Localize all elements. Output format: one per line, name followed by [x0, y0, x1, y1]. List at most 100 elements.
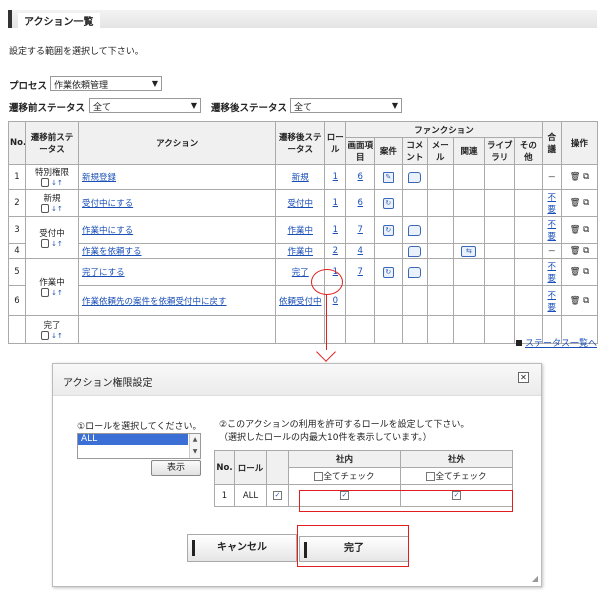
chevron-down-icon: ▼	[190, 101, 197, 110]
role-link[interactable]: 0	[333, 296, 338, 306]
trash-icon[interactable]: 🗑	[570, 225, 581, 235]
after-status-link[interactable]: 受付中	[288, 199, 314, 209]
add-icon[interactable]	[41, 178, 50, 187]
table-row: 6 作業依頼先の案件を依頼受付中に戻す 依頼受付中 0 不要 🗑 ⧉	[8, 285, 599, 316]
role-link[interactable]: 2	[333, 246, 338, 256]
case-icon[interactable]: ↻	[382, 197, 394, 209]
action-link[interactable]: 作業依頼先の案件を依頼受付中に戻す	[82, 297, 227, 307]
meeting-link[interactable]: 不要	[547, 193, 556, 215]
add-icon[interactable]	[41, 238, 50, 248]
comment-icon[interactable]	[408, 245, 422, 257]
table-row: 完了 ↓↑	[8, 315, 599, 344]
sort-icon[interactable]: ↓↑	[51, 332, 63, 340]
role-listbox[interactable]: ALL ▲ ▼	[77, 433, 201, 459]
screen-item-link[interactable]: 6	[358, 172, 363, 182]
table-row: 2 新規 ↓↑ 受付中にする 受付中 1 6 ↻ 不要 🗑 ⧉	[8, 189, 599, 217]
step1-label: ①ロールを選択してください。	[77, 422, 202, 432]
check-all-inside[interactable]: 全てチェック	[288, 467, 401, 485]
meeting-link[interactable]: 不要	[547, 220, 556, 242]
list-item[interactable]: ALL	[78, 434, 188, 445]
col-after-status: 遷移後ステータス	[275, 121, 326, 165]
dialog-title: アクション権限設定	[53, 364, 541, 396]
highlight-checkboxes	[299, 490, 513, 512]
after-status-select[interactable]: 全て ▼	[290, 98, 402, 113]
copy-icon[interactable]: ⧉	[583, 225, 589, 235]
role-link[interactable]: 1	[333, 198, 338, 208]
meeting-link[interactable]: 不要	[547, 291, 556, 313]
related-icon[interactable]: ⇆	[461, 245, 477, 257]
after-status-link[interactable]: 作業中	[288, 247, 314, 257]
sort-icon[interactable]: ↓↑	[51, 289, 63, 297]
sort-icon[interactable]: ↓↑	[51, 240, 63, 248]
action-link[interactable]: 完了にする	[82, 268, 125, 278]
copy-icon[interactable]: ⧉	[583, 172, 589, 182]
trash-icon[interactable]: 🗑	[570, 198, 581, 208]
comment-icon[interactable]	[408, 171, 422, 183]
copy-icon[interactable]: ⧉	[583, 296, 589, 306]
col-action: アクション	[78, 121, 277, 165]
comment-icon[interactable]	[408, 224, 422, 236]
action-link[interactable]: 新規登録	[82, 173, 116, 183]
before-status-select[interactable]: 全て ▼	[89, 98, 201, 113]
copy-icon[interactable]: ⧉	[583, 246, 589, 256]
add-icon[interactable]	[41, 288, 50, 297]
add-icon[interactable]	[41, 330, 50, 340]
after-status-link[interactable]: 完了	[292, 268, 309, 278]
cancel-button[interactable]: キャンセル	[187, 534, 297, 562]
copy-icon[interactable]: ⧉	[583, 267, 589, 277]
col-other: その他	[514, 137, 543, 165]
trash-icon[interactable]: 🗑	[570, 267, 581, 277]
sort-icon[interactable]: ↓↑	[51, 179, 63, 187]
process-select[interactable]: 作業依頼管理 ▼	[50, 76, 162, 91]
status-list-link[interactable]: ステータス一覧へ	[515, 336, 597, 349]
edit-case-icon[interactable]: ✎	[382, 171, 394, 183]
action-table: No. 遷移前ステータス アクション 遷移後ステータス ロール ファンクション …	[8, 121, 599, 344]
col-before-status: 遷移前ステータス	[24, 121, 80, 165]
comment-icon[interactable]	[408, 266, 422, 278]
close-icon[interactable]: ✕	[518, 372, 529, 383]
case-icon[interactable]: ↻	[382, 266, 394, 278]
after-status-link[interactable]: 作業中	[288, 226, 314, 236]
table-row: 3 受付中 ↓↑ 作業中にする 作業中 1 7 ↻ 不要 🗑 ⧉	[8, 216, 599, 259]
bullet-icon	[515, 340, 522, 346]
screen-item-link[interactable]: 4	[358, 246, 363, 256]
resize-grip-icon[interactable]: ◢	[532, 574, 538, 583]
after-status-link[interactable]: 新規	[292, 173, 309, 183]
table-row: 5 作業中 ↓↑ 完了にする 完了 1 7 ↻ 不要 🗑 ⧉	[8, 258, 599, 316]
action-permission-dialog: アクション権限設定 ✕ ①ロールを選択してください。 ALL ▲ ▼ 表示 ②この…	[52, 363, 542, 587]
col-case: 案件	[374, 137, 403, 165]
row-checkbox[interactable]: ✓	[273, 490, 282, 500]
action-link[interactable]: 作業を依頼する	[82, 247, 142, 257]
highlight-circle	[311, 269, 343, 295]
table-row: 1 特別権限 ↓↑ 新規登録 新規 1 6 ✎ － 🗑 ⧉	[8, 164, 599, 190]
col-related: 関連	[452, 137, 486, 165]
role-link[interactable]: 1	[333, 225, 338, 235]
copy-icon[interactable]: ⧉	[583, 198, 589, 208]
col-meeting: 合議	[541, 121, 562, 165]
screen-item-link[interactable]: 7	[358, 225, 363, 235]
chevron-down-icon: ▼	[391, 101, 398, 110]
col-library: ライブラリ	[484, 137, 516, 165]
case-icon[interactable]: ↻	[382, 224, 394, 236]
trash-icon[interactable]: 🗑	[570, 246, 581, 256]
sort-icon[interactable]: ↓↑	[51, 205, 63, 213]
action-link[interactable]: 受付中にする	[82, 199, 133, 209]
section-title: アクション一覧	[8, 10, 597, 28]
screen-item-link[interactable]: 7	[358, 267, 363, 277]
meeting-link[interactable]: 不要	[547, 262, 556, 284]
add-icon[interactable]	[41, 204, 50, 213]
show-button[interactable]: 表示	[151, 460, 201, 476]
scrollbar[interactable]: ▲ ▼	[189, 434, 200, 458]
after-status-link[interactable]: 依頼受付中	[279, 297, 322, 307]
check-all-outside[interactable]: 全てチェック	[400, 467, 513, 485]
highlight-done-button	[297, 525, 409, 567]
trash-icon[interactable]: 🗑	[570, 172, 581, 182]
trash-icon[interactable]: 🗑	[570, 296, 581, 306]
after-status-label: 遷移後ステータス	[211, 103, 288, 114]
role-link[interactable]: 1	[333, 172, 338, 182]
screen-item-link[interactable]: 6	[358, 198, 363, 208]
col-no: No.	[8, 121, 26, 165]
action-link[interactable]: 作業中にする	[82, 226, 133, 236]
col-mail: メール	[427, 137, 454, 165]
col-role: ロール	[324, 121, 347, 165]
